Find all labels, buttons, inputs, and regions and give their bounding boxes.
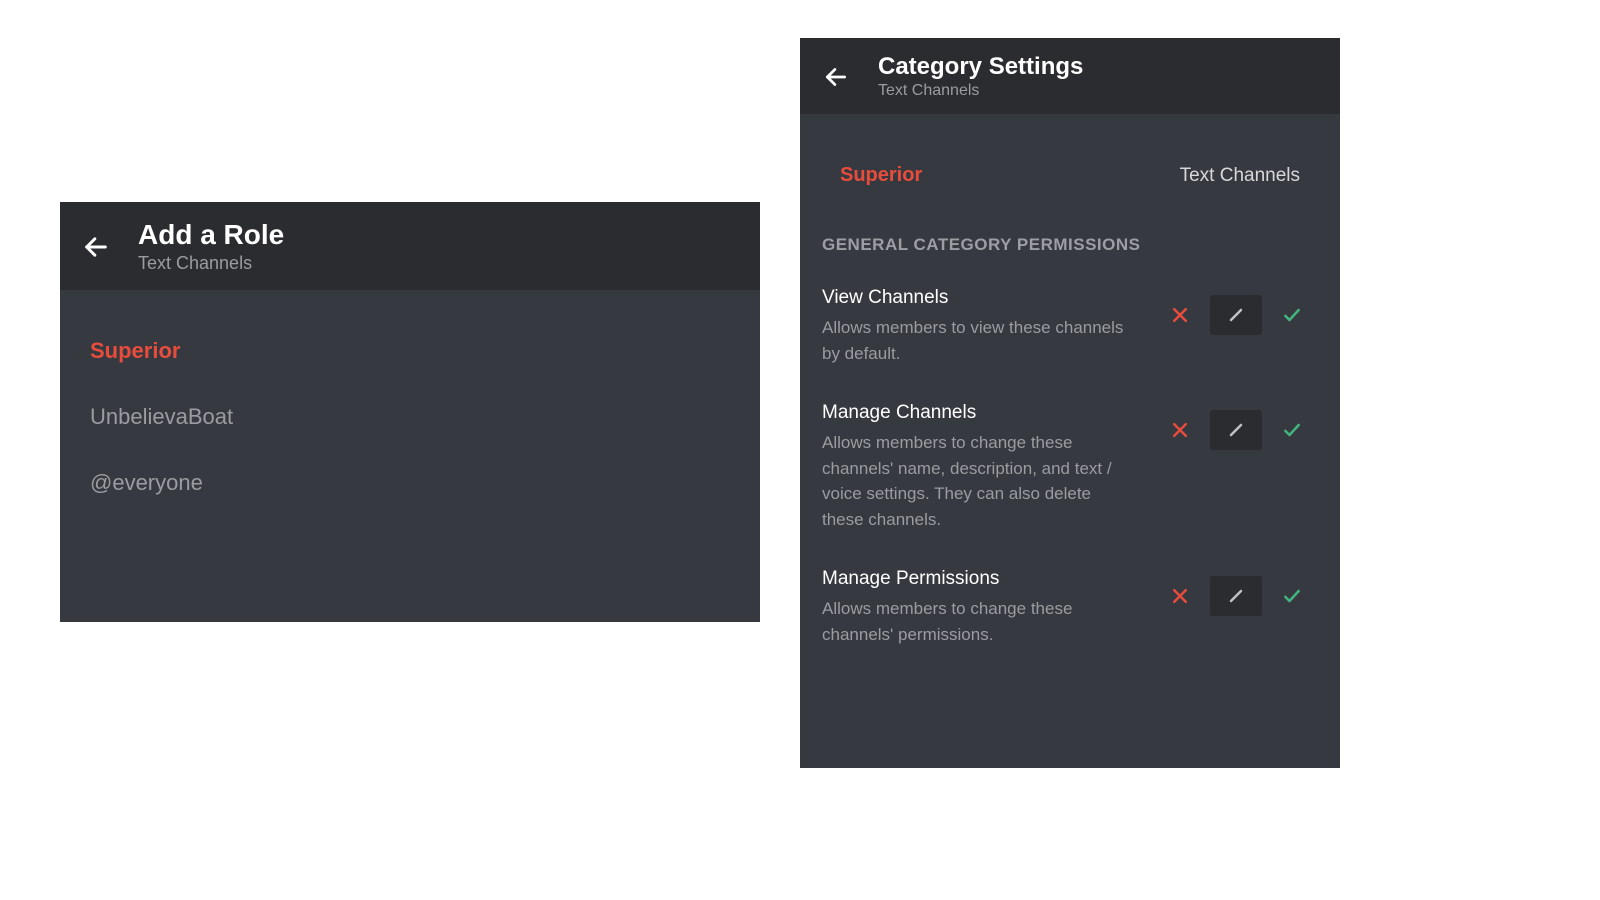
deny-button[interactable] [1154, 576, 1206, 616]
permission-text: View Channels Allows members to view the… [822, 287, 1134, 366]
category-settings-header: Category Settings Text Channels [800, 38, 1340, 114]
permission-desc: Allows members to change these channels'… [822, 430, 1134, 532]
allow-button[interactable] [1266, 576, 1318, 616]
context-row: Superior Text Channels [800, 114, 1340, 217]
role-item-superior[interactable]: Superior [90, 318, 730, 384]
back-arrow-icon[interactable] [82, 233, 110, 261]
role-list: Superior UnbelievaBoat @everyone [60, 290, 760, 544]
permission-desc: Allows members to change these channels'… [822, 596, 1134, 647]
role-item-unbelievaboat[interactable]: UnbelievaBoat [90, 384, 730, 450]
permission-view-channels: View Channels Allows members to view the… [800, 269, 1340, 384]
permission-title: Manage Permissions [822, 568, 1134, 590]
neutral-button[interactable] [1210, 576, 1262, 616]
add-role-titles: Add a Role Text Channels [138, 220, 284, 274]
permission-manage-permissions: Manage Permissions Allows members to cha… [800, 550, 1340, 665]
section-header: GENERAL CATEGORY PERMISSIONS [800, 217, 1340, 269]
add-role-subtitle: Text Channels [138, 253, 284, 274]
category-settings-title: Category Settings [878, 54, 1083, 80]
permission-toggle [1154, 576, 1318, 616]
category-settings-subtitle: Text Channels [878, 82, 1083, 100]
deny-button[interactable] [1154, 295, 1206, 335]
category-settings-titles: Category Settings Text Channels [878, 54, 1083, 100]
neutral-button[interactable] [1210, 295, 1262, 335]
add-role-panel: Add a Role Text Channels Superior Unbeli… [60, 202, 760, 622]
permission-toggle [1154, 295, 1318, 335]
add-role-header: Add a Role Text Channels [60, 202, 760, 290]
context-channel[interactable]: Text Channels [1180, 165, 1300, 187]
permission-title: Manage Channels [822, 402, 1134, 424]
permission-text: Manage Permissions Allows members to cha… [822, 568, 1134, 647]
permission-toggle [1154, 410, 1318, 450]
permission-manage-channels: Manage Channels Allows members to change… [800, 384, 1340, 550]
context-role[interactable]: Superior [840, 164, 922, 187]
permission-desc: Allows members to view these channels by… [822, 315, 1134, 366]
allow-button[interactable] [1266, 410, 1318, 450]
role-item-everyone[interactable]: @everyone [90, 450, 730, 516]
category-settings-panel: Category Settings Text Channels Superior… [800, 38, 1340, 768]
back-arrow-icon[interactable] [822, 63, 850, 91]
add-role-title: Add a Role [138, 220, 284, 251]
permission-text: Manage Channels Allows members to change… [822, 402, 1134, 532]
neutral-button[interactable] [1210, 410, 1262, 450]
permission-title: View Channels [822, 287, 1134, 309]
deny-button[interactable] [1154, 410, 1206, 450]
allow-button[interactable] [1266, 295, 1318, 335]
